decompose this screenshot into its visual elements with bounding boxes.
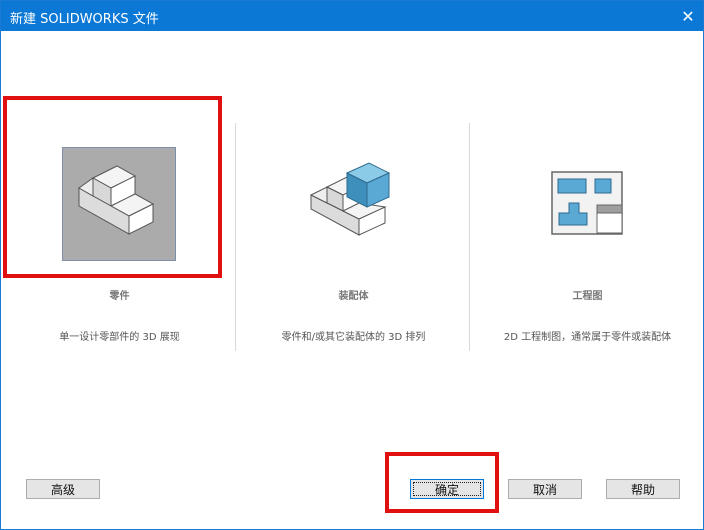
option-part[interactable]: 零件 单一设计零部件的 3D 展现: [3, 121, 236, 351]
part-icon: [78, 165, 155, 235]
option-drawing-label: 工程图: [572, 291, 603, 302]
option-assembly[interactable]: 装配体 零件和/或其它装配体的 3D 排列: [237, 121, 470, 351]
advanced-button-label: 高级: [50, 482, 75, 497]
focus-ring: [413, 482, 481, 496]
option-assembly-label: 装配体: [338, 291, 369, 302]
ok-button[interactable]: 确定: [410, 479, 484, 499]
close-icon: ✕: [681, 6, 695, 26]
option-drawing-description: 2D 工程制图，通常属于零件或装配体: [503, 332, 672, 343]
new-file-dialog: 新建 SOLIDWORKS 文件 ✕ 零件 单一设计零部件的 3D 展现 装配体…: [0, 0, 704, 530]
option-drawing[interactable]: 工程图 2D 工程制图，通常属于零件或装配体: [471, 121, 704, 351]
help-button[interactable]: 帮助: [606, 479, 680, 499]
window-title: 新建 SOLIDWORKS 文件: [10, 12, 159, 27]
option-part-description: 单一设计零部件的 3D 展现: [59, 332, 180, 343]
advanced-button[interactable]: 高级: [26, 479, 100, 499]
assembly-icon: [309, 162, 391, 236]
cancel-button-label: 取消: [532, 482, 557, 497]
drawing-tile[interactable]: [531, 147, 643, 259]
option-assembly-description: 零件和/或其它装配体的 3D 排列: [281, 332, 426, 343]
cancel-button[interactable]: 取消: [508, 479, 582, 499]
part-tile[interactable]: [62, 147, 176, 261]
help-button-label: 帮助: [630, 482, 655, 497]
option-part-label: 零件: [109, 291, 130, 302]
close-button[interactable]: ✕: [673, 1, 703, 31]
assembly-tile[interactable]: [297, 147, 409, 259]
drawing-icon: [551, 171, 623, 235]
title-bar: 新建 SOLIDWORKS 文件 ✕: [1, 1, 703, 31]
